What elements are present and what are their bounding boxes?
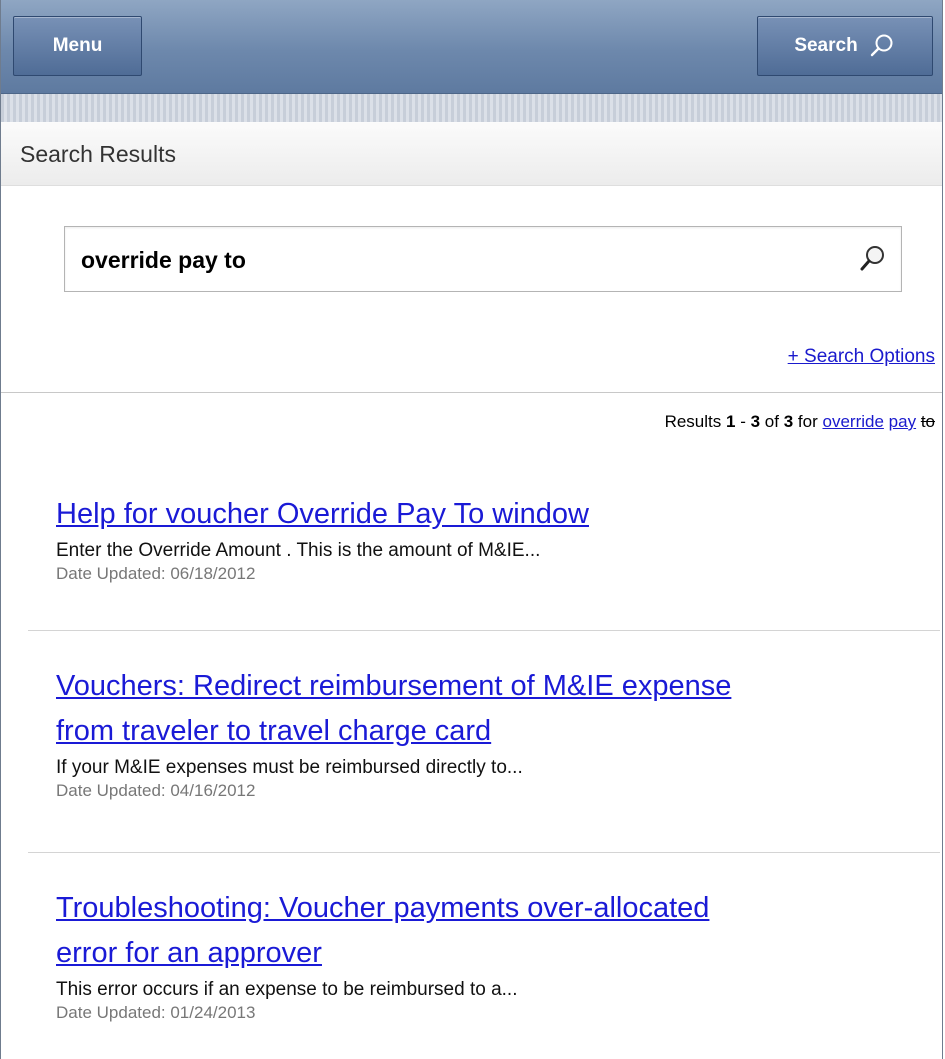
menu-button[interactable]: Menu [13,16,142,76]
term-link-override[interactable]: override [823,412,884,431]
result-title-line: Help for voucher Override Pay To window [56,498,589,530]
results-end: 3 [750,412,761,431]
results-prefix: Results [664,412,722,431]
term-excluded-to: to [920,412,935,431]
menu-button-label: Menu [52,35,103,56]
result-title-line: from traveler to travel charge card [56,715,492,747]
result-divider [28,852,940,853]
result-snippet: Enter the Override Amount . This is the … [56,540,541,561]
result-divider [28,630,940,631]
result-date: Date Updated: 04/16/2012 [56,781,256,800]
result-item: Help for voucher Override Pay To window … [56,492,916,585]
results-dash: - [740,412,746,431]
result-title-line: error for an approver [56,937,322,969]
result-title-line: Troubleshooting: Voucher payments over-a… [56,892,710,924]
result-date: Date Updated: 06/18/2012 [56,564,256,583]
results-total: 3 [783,412,794,431]
results-start: 1 [725,412,736,431]
result-title-link[interactable]: Vouchers: Redirect reimbursement of M&IE… [56,664,916,754]
page-title-bar: Search Results [1,122,942,186]
search-field[interactable] [64,226,902,293]
search-options-link[interactable]: + Search Options [788,346,935,368]
result-item: Vouchers: Redirect reimbursement of M&IE… [56,664,916,802]
search-icon [870,34,893,57]
app-frame: Menu Search Search Results + Search Opti… [0,0,943,1059]
results-summary: Results 1 - 3 of 3 for override pay to [665,412,935,432]
result-item: Troubleshooting: Voucher payments over-a… [56,886,916,1024]
results-for: for [797,412,818,431]
page-title: Search Results [20,141,176,167]
result-snippet: This error occurs if an expense to be re… [56,979,518,1000]
term-link-pay[interactable]: pay [889,412,916,431]
search-button[interactable]: Search [757,16,933,76]
magnifier-icon[interactable] [856,243,888,275]
result-title-link[interactable]: Help for voucher Override Pay To window [56,492,916,537]
search-button-label: Search [794,35,858,56]
top-bar: Menu Search [1,0,942,94]
result-snippet: If your M&IE expenses must be reimbursed… [56,757,523,778]
search-input[interactable] [79,227,843,293]
result-title-link[interactable]: Troubleshooting: Voucher payments over-a… [56,886,916,976]
divider [1,392,942,393]
results-of: of [764,412,779,431]
result-date: Date Updated: 01/24/2013 [56,1003,256,1022]
result-title-line: Vouchers: Redirect reimbursement of M&IE… [56,670,732,702]
toolbar-stripe [1,94,942,122]
